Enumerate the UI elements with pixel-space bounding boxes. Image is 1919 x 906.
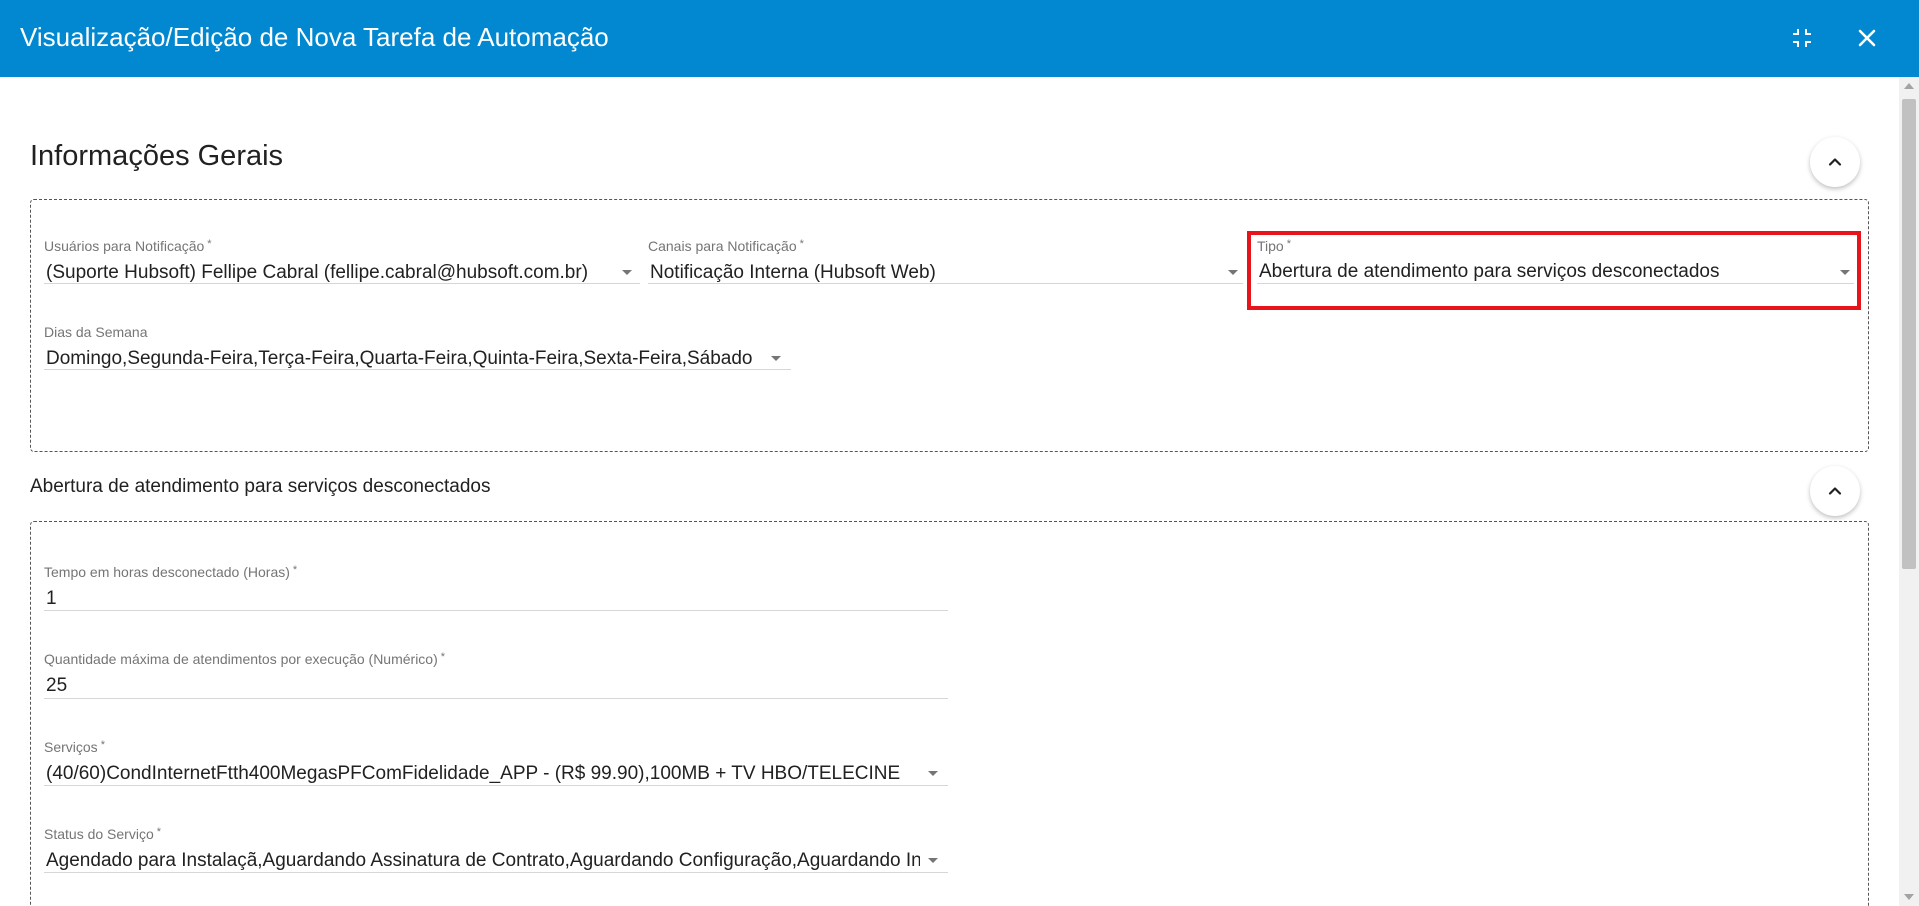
- dropdown-caret-icon: [771, 356, 781, 361]
- dias-label: Dias da Semana: [44, 324, 148, 340]
- chevron-up-icon: [1828, 158, 1842, 166]
- tipo-highlight-box: [1247, 231, 1861, 310]
- status-label: Status do Serviço: [44, 826, 154, 842]
- chevron-up-icon: [1828, 487, 1842, 495]
- collapse-detail-button[interactable]: [1810, 466, 1860, 516]
- tempo-label: Tempo em horas desconectado (Horas): [44, 564, 290, 580]
- tempo-input[interactable]: Tempo em horas desconectado (Horas) * 1: [44, 564, 948, 611]
- quantidade-input[interactable]: Quantidade máxima de atendimentos por ex…: [44, 651, 948, 699]
- required-mark: *: [440, 651, 446, 663]
- usuarios-label: Usuários para Notificação: [44, 238, 205, 254]
- detail-panel: Tempo em horas desconectado (Horas) * 1 Q…: [30, 521, 1869, 906]
- usuarios-value: (Suporte Hubsoft) Fellipe Cabral (fellip…: [46, 262, 589, 283]
- dialog-content[interactable]: Informações Gerais Usuários para Notific…: [0, 77, 1899, 906]
- scrollbar-thumb[interactable]: [1902, 99, 1916, 569]
- servicos-label: Serviços: [44, 739, 98, 755]
- dropdown-caret-icon: [1228, 270, 1238, 275]
- quantidade-value: 25: [46, 675, 68, 696]
- required-mark: *: [156, 826, 162, 838]
- required-mark: *: [292, 564, 298, 576]
- section-title-detail: Abertura de atendimento para serviços de…: [30, 476, 491, 497]
- tempo-value: 1: [46, 588, 57, 609]
- required-mark: *: [799, 238, 804, 250]
- section-title-general: Informações Gerais: [30, 140, 284, 172]
- close-icon: [1858, 29, 1876, 47]
- dialog-header: Visualização/Edição de Nova Tarefa de Au…: [0, 0, 1919, 77]
- dialog-title: Visualização/Edição de Nova Tarefa de Au…: [20, 22, 609, 52]
- servicos-value: (40/60)CondInternetFtth400MegasPFComFide…: [46, 763, 901, 784]
- dropdown-caret-icon: [928, 771, 938, 776]
- status-value: Agendado para Instalaçã,Aguardando Assin…: [46, 850, 920, 871]
- dropdown-caret-icon: [622, 270, 632, 275]
- usuarios-select[interactable]: Usuários para Notificação * (Suporte Hubs…: [44, 238, 640, 284]
- scroll-down-icon[interactable]: [1904, 894, 1914, 900]
- servicos-select[interactable]: Serviços * (40/60)CondInternetFtth400Mega…: [44, 739, 948, 786]
- vertical-scrollbar[interactable]: [1899, 77, 1919, 906]
- compress-icon: [1793, 29, 1811, 47]
- dias-select[interactable]: Dias da Semana Domingo,Segunda-Feira,Ter…: [44, 324, 791, 370]
- dias-value: Domingo,Segunda-Feira,Terça-Feira,Quarta…: [46, 348, 753, 369]
- dropdown-caret-icon: [928, 858, 938, 863]
- minimize-button[interactable]: [1784, 20, 1820, 56]
- canais-value: Notificação Interna (Hubsoft Web): [650, 262, 936, 283]
- quantidade-label: Quantidade máxima de atendimentos por ex…: [44, 651, 438, 667]
- scroll-up-icon[interactable]: [1904, 83, 1914, 89]
- collapse-general-button[interactable]: [1810, 137, 1860, 187]
- canais-label: Canais para Notificação: [648, 238, 797, 254]
- required-mark: *: [100, 739, 105, 751]
- required-mark: *: [207, 238, 212, 250]
- status-select[interactable]: Status do Serviço * Agendado para Instala…: [44, 826, 948, 873]
- close-button[interactable]: [1849, 20, 1885, 56]
- canais-select[interactable]: Canais para Notificação * Notificação Int…: [648, 238, 1243, 284]
